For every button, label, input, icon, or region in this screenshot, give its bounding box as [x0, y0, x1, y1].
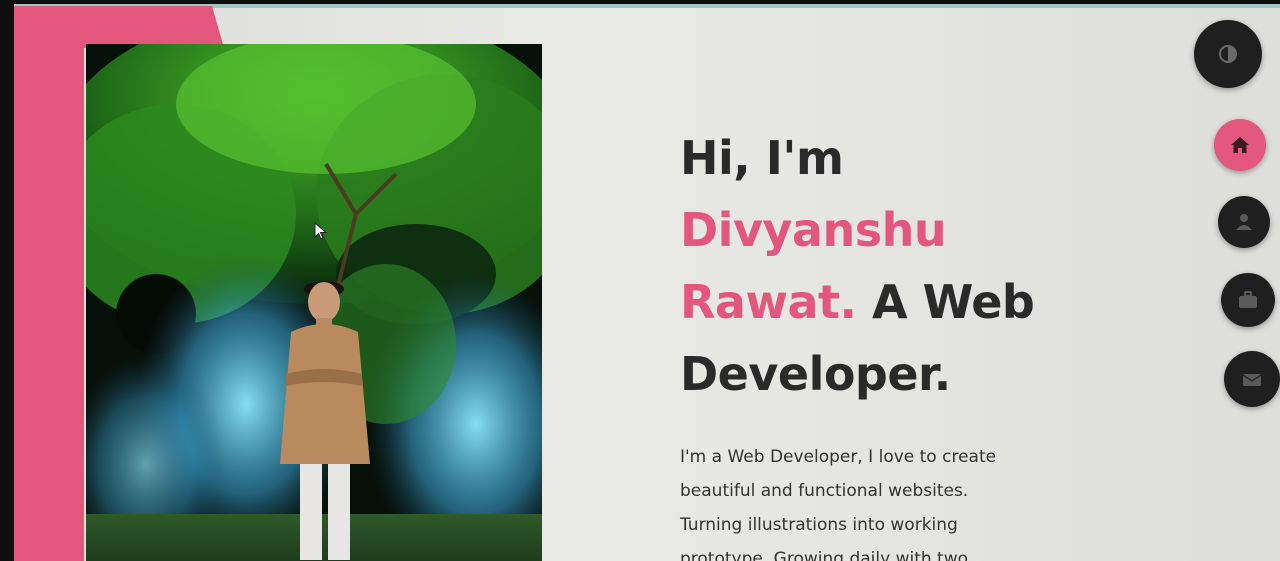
mouse-cursor	[314, 221, 328, 244]
home-icon	[1231, 137, 1249, 153]
nav-portfolio-button[interactable]	[1221, 273, 1275, 327]
greeting-text: Hi, I'm	[680, 131, 844, 185]
nav-contact-button[interactable]	[1224, 351, 1280, 407]
hero-role-part1: A Web	[871, 275, 1035, 329]
user-icon	[1236, 214, 1252, 230]
portfolio-page: Hi, I'm Divyanshu Rawat. A Web Developer…	[14, 4, 1280, 561]
about-line: Turning illustrations into working	[680, 515, 958, 535]
theme-toggle-button[interactable]	[1194, 20, 1262, 88]
about-line: beautiful and functional websites.	[680, 481, 969, 501]
about-line: prototype. Growing daily with two	[680, 549, 969, 561]
hero-content: Hi, I'm Divyanshu Rawat. A Web Developer…	[680, 122, 1100, 561]
hero-name-first: Divyanshu	[680, 203, 947, 257]
nav-home-button[interactable]	[1214, 119, 1266, 171]
about-line: I'm a Web Developer, I love to create	[680, 447, 997, 467]
hero-headline: Hi, I'm Divyanshu Rawat. A Web Developer…	[680, 122, 1100, 410]
contrast-icon	[1219, 45, 1237, 63]
profile-photo	[86, 44, 542, 561]
hero-name-last: Rawat.	[680, 275, 857, 329]
nav-about-button[interactable]	[1218, 196, 1270, 248]
briefcase-icon	[1239, 291, 1257, 308]
about-paragraph: I'm a Web Developer, I love to create be…	[680, 440, 1020, 561]
hero-role-part2: Developer.	[680, 347, 951, 401]
envelope-icon	[1242, 374, 1262, 386]
